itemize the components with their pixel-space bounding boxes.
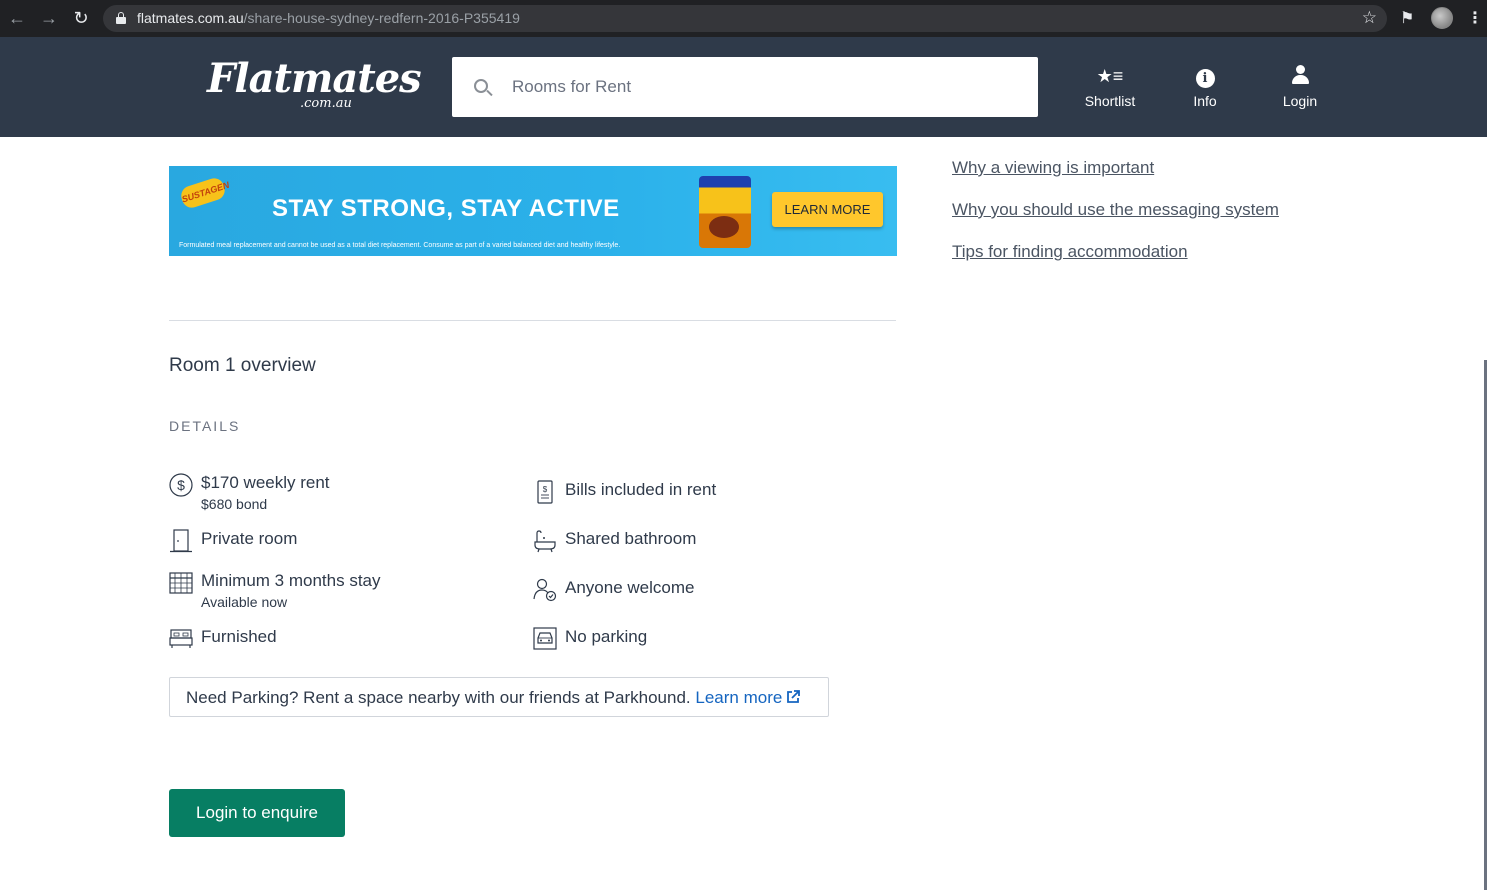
forward-arrow-icon[interactable]: → (39, 8, 59, 28)
site-header: Flatmates .com.au ★≡ Shortlist i Info Lo… (0, 37, 1487, 137)
person-check-icon (533, 578, 557, 602)
dollar-icon: $ (169, 473, 193, 497)
bookmark-star-icon[interactable]: ☆ (1362, 8, 1377, 28)
browser-menu-icon[interactable]: ⋮ (1467, 8, 1483, 28)
ad-fine-print: Formulated meal replacement and cannot b… (179, 242, 621, 249)
user-icon (1260, 65, 1340, 87)
parkhound-learn-more-link[interactable]: Learn more (695, 688, 801, 707)
feature-min-stay-title: Minimum 3 months stay (201, 571, 381, 590)
feature-bills: $ Bills included in rent (533, 480, 873, 506)
feature-parking-title: No parking (565, 627, 648, 646)
details-label: DETAILS (169, 418, 241, 434)
feature-private-room: Private room (169, 529, 509, 555)
svg-text:$: $ (543, 485, 548, 494)
shortlist-star-icon: ★≡ (1096, 66, 1124, 86)
feature-bills-title: Bills included in rent (565, 480, 717, 499)
nav-login-label: Login (1282, 93, 1318, 109)
feature-anyone-welcome-title: Anyone welcome (565, 578, 695, 597)
feature-furnished-title: Furnished (201, 627, 277, 646)
url-text[interactable]: flatmates.com.au/share-house-sydney-redf… (137, 10, 520, 26)
ad-product-image (699, 176, 751, 248)
flatmates-logo[interactable]: Flatmates (207, 59, 422, 99)
feature-parking: No parking (533, 627, 873, 653)
back-arrow-icon[interactable]: ← (7, 8, 27, 28)
address-bar[interactable]: flatmates.com.au/share-house-sydney-redf… (103, 5, 1387, 32)
sidebar-link-tips[interactable]: Tips for finding accommodation (952, 242, 1188, 262)
parkhound-link-label: Learn more (695, 688, 783, 707)
door-icon (170, 529, 192, 553)
bath-icon (534, 530, 556, 553)
nav-info[interactable]: i Info (1165, 65, 1245, 109)
search-icon (474, 79, 488, 93)
bill-icon: $ (537, 480, 553, 504)
calendar-icon (169, 572, 193, 594)
feature-rent: $ $170 weekly rent $680 bond (169, 473, 509, 515)
lock-icon (116, 12, 126, 24)
browser-toolbar: ← → ↻ flatmates.com.au/share-house-sydne… (0, 0, 1487, 37)
sidebar-link-viewing[interactable]: Why a viewing is important (952, 158, 1154, 178)
ad-headline: STAY STRONG, STAY ACTIVE (272, 195, 620, 222)
car-icon (533, 627, 557, 650)
ad-learn-more-button[interactable]: LEARN MORE (772, 192, 883, 227)
info-icon: i (1165, 65, 1245, 88)
nav-shortlist[interactable]: ★≡ Shortlist (1070, 65, 1150, 109)
nav-login[interactable]: Login (1260, 65, 1340, 109)
nav-info-label: Info (1193, 93, 1217, 109)
search-box[interactable] (452, 57, 1038, 117)
nav-shortlist-label: Shortlist (1084, 93, 1136, 109)
feature-furnished: Furnished (169, 627, 509, 653)
extensions-puzzle-icon[interactable]: ⚑ (1400, 8, 1414, 28)
feature-rent-title: $170 weekly rent (201, 473, 330, 492)
url-domain: flatmates.com.au (137, 10, 244, 26)
svg-text:$: $ (177, 477, 185, 493)
login-to-enquire-button[interactable]: Login to enquire (169, 789, 345, 837)
advertisement-banner[interactable]: SUSTAGEN STAY STRONG, STAY ACTIVE LEARN … (169, 166, 897, 256)
feature-rent-sub: $680 bond (201, 496, 268, 512)
flatmates-logo-sub: .com.au (300, 96, 352, 111)
bed-icon (169, 629, 193, 648)
url-path: /share-house-sydney-redfern-2016-P355419 (243, 10, 520, 26)
parkhound-banner: Need Parking? Rent a space nearby with o… (169, 677, 829, 717)
parkhound-text-wrapper: Need Parking? Rent a space nearby with o… (186, 688, 801, 708)
feature-anyone-welcome: Anyone welcome (533, 578, 873, 604)
feature-min-stay-sub: Available now (201, 594, 288, 610)
external-link-icon (787, 690, 801, 703)
ad-brand-logo: SUSTAGEN (178, 175, 231, 211)
search-input[interactable] (512, 57, 1012, 117)
feature-bathroom-title: Shared bathroom (565, 529, 697, 548)
reload-icon[interactable]: ↻ (71, 8, 91, 28)
feature-min-stay: Minimum 3 months stay Available now (169, 571, 509, 613)
feature-private-room-title: Private room (201, 529, 298, 548)
section-divider (169, 320, 896, 321)
feature-bathroom: Shared bathroom (533, 529, 873, 555)
room-overview-title: Room 1 overview (169, 355, 316, 376)
parkhound-text: Need Parking? Rent a space nearby with o… (186, 688, 691, 707)
sidebar-link-messaging[interactable]: Why you should use the messaging system (952, 200, 1279, 220)
profile-avatar[interactable] (1431, 7, 1453, 29)
